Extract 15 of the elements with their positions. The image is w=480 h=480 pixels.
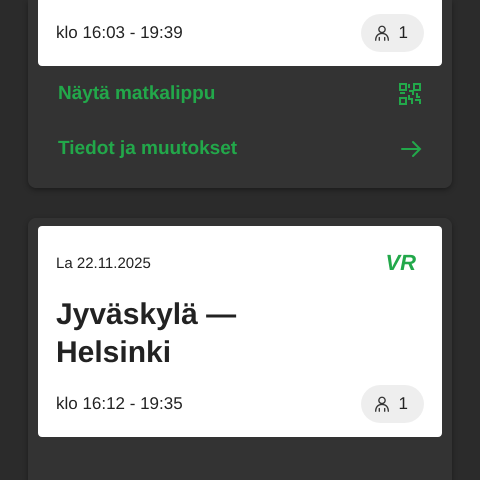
trip-time: klo 16:12 - 19:35 (56, 394, 183, 414)
action-link[interactable]: Tiedot ja muutokset (38, 122, 442, 176)
passenger-badge: 1 (360, 385, 424, 423)
passenger-badge: 1 (360, 14, 424, 52)
trip-card[interactable]: klo 16:03 - 19:39 1 (38, 0, 442, 66)
trip-card[interactable]: La 22.11.2025 VR Jyväskylä — Helsinki klo 16:12 - 19:35 1 (38, 226, 442, 437)
trip-route: Jyväskylä — Helsinki (56, 297, 238, 370)
arrow-right-icon (400, 140, 422, 158)
trip-time: klo 16:03 - 19:39 (56, 23, 183, 43)
operator-logo: VR (385, 250, 416, 276)
person-icon (372, 24, 391, 42)
qr-code-icon (398, 82, 422, 106)
trip-date: La 22.11.2025 (56, 254, 151, 272)
person-icon (372, 395, 391, 413)
action-link[interactable]: Näytä matkalippu (38, 66, 442, 122)
